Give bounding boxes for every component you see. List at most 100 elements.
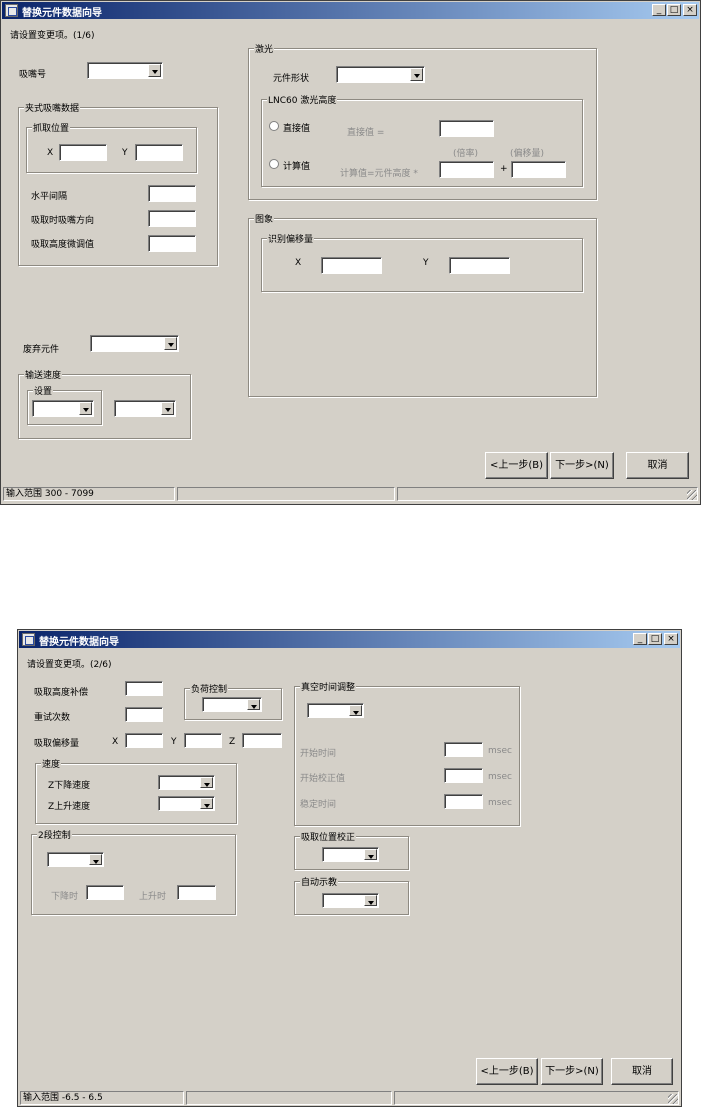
offset-z-input[interactable] — [242, 733, 282, 748]
pick-y-input[interactable] — [135, 144, 183, 161]
pick-height-input[interactable] — [125, 681, 163, 696]
load-control-combobox[interactable] — [202, 697, 262, 712]
image-x-input[interactable] — [321, 257, 382, 274]
y-label: Y — [171, 737, 177, 747]
close-button[interactable]: × — [683, 4, 697, 16]
vacuum-combobox[interactable] — [307, 703, 364, 718]
x-label: X — [112, 737, 119, 747]
image-y-label: Y — [423, 258, 429, 268]
close-button[interactable]: × — [664, 633, 678, 645]
down-at-label: 下降时 — [51, 892, 79, 902]
z-label: Z — [229, 737, 236, 747]
title-bar[interactable]: 替换元件数据向导 _ □ × — [19, 631, 680, 648]
chevron-down-icon[interactable] — [161, 402, 174, 415]
calc-value-radio[interactable] — [269, 159, 279, 169]
calc-eq-label: 计算值=元件高度 * — [340, 169, 418, 179]
discard-label: 废弃元件 — [23, 345, 60, 355]
open-time-label: 开始时间 — [300, 749, 337, 759]
status-bar: 输入范围 300 - 7099 — [3, 487, 698, 501]
chevron-down-icon[interactable] — [200, 777, 213, 788]
image-y-input[interactable] — [449, 257, 510, 274]
y-label: Y — [122, 148, 128, 158]
retry-label: 重试次数 — [34, 713, 71, 723]
chevron-down-icon[interactable] — [247, 699, 260, 710]
calc-rate-input[interactable] — [439, 161, 494, 178]
chevron-down-icon[interactable] — [364, 895, 377, 906]
chevron-down-icon[interactable] — [349, 705, 362, 716]
offset-y-input[interactable] — [184, 733, 222, 748]
x-label: X — [47, 148, 54, 158]
status-panel-2 — [177, 487, 395, 501]
step-text: 请设置变更项。(1/6) — [10, 31, 95, 41]
direct-eq-label: 直接值 = — [347, 128, 385, 138]
speed-value-combobox[interactable] — [114, 400, 176, 417]
minimize-button[interactable]: _ — [652, 4, 666, 16]
status-text: 输入范围 300 - 7099 — [3, 487, 175, 501]
maximize-button[interactable]: □ — [648, 633, 662, 645]
pick-x-input[interactable] — [59, 144, 107, 161]
pick-position-combobox[interactable] — [322, 847, 379, 862]
speed-setting-combobox[interactable] — [32, 400, 94, 417]
height-adj-label: 吸取高度微调值 — [31, 240, 95, 250]
chevron-down-icon[interactable] — [148, 64, 161, 77]
speed-group: 速度 — [35, 757, 237, 824]
minimize-button[interactable]: _ — [633, 633, 647, 645]
next-button[interactable]: 下一步>(N) — [550, 452, 614, 479]
pick-height-label: 吸取高度补偿 — [34, 688, 89, 698]
calc-offset-input[interactable] — [511, 161, 566, 178]
open-check-input[interactable] — [444, 768, 483, 783]
direct-value-radio[interactable] — [269, 121, 279, 131]
stable-time-label: 稳定时间 — [300, 800, 337, 810]
z-down-label: Z下降速度 — [48, 781, 91, 791]
nozzle-label: 吸嘴号 — [19, 70, 47, 80]
h-spacing-input[interactable] — [148, 185, 196, 202]
prev-button[interactable]: <上一步(B) — [485, 452, 548, 479]
offset-x-input[interactable] — [125, 733, 163, 748]
nozzle-combobox[interactable] — [87, 62, 163, 79]
up-at-input[interactable] — [177, 885, 216, 900]
discard-combobox[interactable] — [90, 335, 179, 352]
chevron-down-icon[interactable] — [89, 854, 102, 865]
next-button[interactable]: 下一步>(N) — [541, 1058, 603, 1085]
stable-time-input[interactable] — [444, 794, 483, 809]
up-at-label: 上升时 — [139, 892, 167, 902]
chevron-down-icon[interactable] — [364, 849, 377, 860]
height-adj-input[interactable] — [148, 235, 196, 252]
app-icon — [22, 633, 35, 646]
maximize-button[interactable]: □ — [667, 4, 681, 16]
cancel-button[interactable]: 取消 — [611, 1058, 673, 1085]
cancel-button[interactable]: 取消 — [626, 452, 689, 479]
resize-grip-icon[interactable] — [668, 1094, 678, 1104]
msec-label: msec — [488, 772, 512, 782]
chevron-down-icon[interactable] — [79, 402, 92, 415]
shape-label: 元件形状 — [273, 74, 310, 84]
rate-label: (倍率) — [453, 149, 479, 159]
z-up-combobox[interactable] — [158, 796, 215, 811]
image-x-label: X — [295, 258, 302, 268]
down-at-input[interactable] — [86, 885, 124, 900]
retry-input[interactable] — [125, 707, 163, 722]
nozzle-dir-input[interactable] — [148, 210, 196, 227]
prev-button[interactable]: <上一步(B) — [476, 1058, 538, 1085]
chevron-down-icon[interactable] — [200, 798, 213, 809]
title-bar[interactable]: 替换元件数据向导 _ □ × — [2, 2, 699, 19]
app-icon — [5, 4, 18, 17]
status-panel-2 — [186, 1091, 392, 1105]
open-time-input[interactable] — [444, 742, 483, 757]
stage2-combobox[interactable] — [47, 852, 104, 867]
shape-combobox[interactable] — [336, 66, 425, 83]
z-down-combobox[interactable] — [158, 775, 215, 790]
status-panel-3 — [397, 487, 698, 501]
direct-value-input[interactable] — [439, 120, 494, 137]
open-check-label: 开始校正值 — [300, 774, 346, 784]
status-bar: 输入范围 -6.5 - 6.5 — [20, 1091, 679, 1105]
z-up-label: Z上升速度 — [48, 802, 91, 812]
auto-teach-combobox[interactable] — [322, 893, 379, 908]
status-panel-3 — [394, 1091, 679, 1105]
calc-radio-label: 计算值 — [283, 162, 311, 172]
nozzle-dir-label: 吸取时吸嘴方向 — [31, 216, 95, 226]
chevron-down-icon[interactable] — [164, 337, 177, 350]
chevron-down-icon[interactable] — [410, 68, 423, 81]
resize-grip-icon[interactable] — [687, 490, 697, 500]
wizard-window-2: 替换元件数据向导 _ □ × 请设置变更项。(2/6) 吸取高度补偿 重试次数 … — [17, 629, 682, 1107]
